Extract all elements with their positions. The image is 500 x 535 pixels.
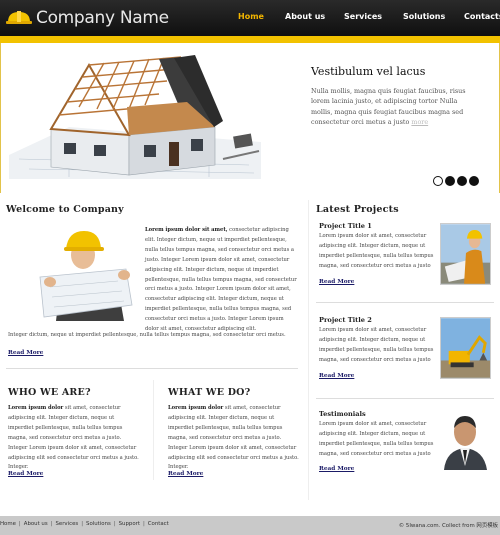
testimonials-read-more[interactable]: Read More <box>319 466 354 472</box>
welcome-text: Lorem ipsum dolor sit amet, consectetur … <box>145 226 297 335</box>
welcome-lead: Lorem ipsum dolor sit amet, <box>145 227 228 233</box>
project-2-image[interactable] <box>440 317 491 379</box>
project-1-text: Lorem ipsum dolor sit amet, consectetur … <box>319 233 434 269</box>
projects-title: Latest Projects <box>316 204 399 215</box>
sidebar-divider <box>308 200 309 500</box>
footer-separator: | <box>113 521 116 527</box>
testimonials-text: Lorem ipsum dolor sit amet, consectetur … <box>319 421 434 457</box>
project-2-text: Lorem ipsum dolor sit amet, consectetur … <box>319 327 434 363</box>
footer-link-solutions[interactable]: Solutions <box>86 521 111 527</box>
project-divider-2 <box>316 398 494 399</box>
project-1-image[interactable] <box>440 223 491 285</box>
nav-about-us[interactable]: About us <box>285 12 325 21</box>
column-divider <box>153 380 154 480</box>
welcome-tail: Integer dictum, neque ut imperdiet pelle… <box>8 332 286 338</box>
section-divider <box>6 368 298 369</box>
businessman-icon <box>444 416 487 470</box>
slider-pagination <box>433 176 479 186</box>
main-nav: Home About us Services Solutions Contact… <box>0 12 500 26</box>
engineer-image <box>38 225 136 321</box>
site-header: Company Name Home About us Services Solu… <box>0 0 500 36</box>
hero-slider: Vestibulum vel lacus Nulla mollis, magna… <box>0 43 500 193</box>
footer-separator: | <box>81 521 84 527</box>
footer-separator: | <box>50 521 53 527</box>
hero-more-link[interactable]: more <box>411 118 428 126</box>
slider-dot-4[interactable] <box>469 176 479 186</box>
nav-solutions[interactable]: Solutions <box>403 12 445 21</box>
slider-dot-2[interactable] <box>445 176 455 186</box>
slider-dot-3[interactable] <box>457 176 467 186</box>
who-lead: Lorem ipsum dolor <box>8 405 64 411</box>
footer-separator: | <box>142 521 145 527</box>
who-body: sit amet, consectetur adipiscing elit. I… <box>8 405 139 471</box>
project-1-read-more[interactable]: Read More <box>319 279 354 285</box>
hero-title: Vestibulum vel lacus <box>311 65 426 78</box>
footer-separator: | <box>18 521 21 527</box>
footer-link-about[interactable]: About us <box>24 521 48 527</box>
hero-text: Nulla mollis, magna quis feugiat faucibu… <box>311 86 471 128</box>
who-text: Lorem ipsum dolor sit amet, consectetur … <box>8 404 140 473</box>
footer-link-home[interactable]: Home <box>0 521 16 527</box>
project-2-read-more[interactable]: Read More <box>319 373 354 379</box>
what-read-more[interactable]: Read More <box>168 471 203 477</box>
accent-bar <box>0 36 500 43</box>
footer-link-support[interactable]: Support <box>119 521 140 527</box>
project-1-title[interactable]: Project Title 1 <box>319 222 372 230</box>
who-title: WHO WE ARE? <box>8 387 91 398</box>
who-read-more[interactable]: Read More <box>8 471 43 477</box>
hero-body: Nulla mollis, magna quis feugiat faucibu… <box>311 87 466 127</box>
house-construction-image <box>9 55 261 179</box>
nav-home[interactable]: Home <box>238 12 264 21</box>
nav-services[interactable]: Services <box>344 12 382 21</box>
what-lead: Lorem ipsum dolor <box>168 405 224 411</box>
welcome-read-more[interactable]: Read More <box>8 350 43 356</box>
what-text: Lorem ipsum dolor sit amet, consectetur … <box>168 404 300 473</box>
what-body: sit amet, consectetur adipiscing elit. I… <box>168 405 299 471</box>
footer-link-contact[interactable]: Contact <box>148 521 169 527</box>
what-title: WHAT WE DO? <box>168 387 251 398</box>
footer-link-services[interactable]: Services <box>55 521 78 527</box>
testimonials-title[interactable]: Testimonials <box>319 410 366 418</box>
welcome-body: consectetur adipiscing elit. Integer dic… <box>145 227 297 333</box>
project-2-title[interactable]: Project Title 2 <box>319 316 372 324</box>
footer-credit: © 5Iwana.com. Collect from 网页模板 <box>398 523 498 529</box>
project-divider-1 <box>316 302 494 303</box>
slider-dot-1[interactable] <box>433 176 443 186</box>
welcome-title: Welcome to Company <box>6 204 124 215</box>
footer-nav: Home | About us | Services | Solutions | Support… <box>0 521 169 527</box>
nav-contacts[interactable]: Contacts <box>464 12 500 21</box>
site-footer: Home | About us | Services | Solutions | Support… <box>0 516 500 535</box>
